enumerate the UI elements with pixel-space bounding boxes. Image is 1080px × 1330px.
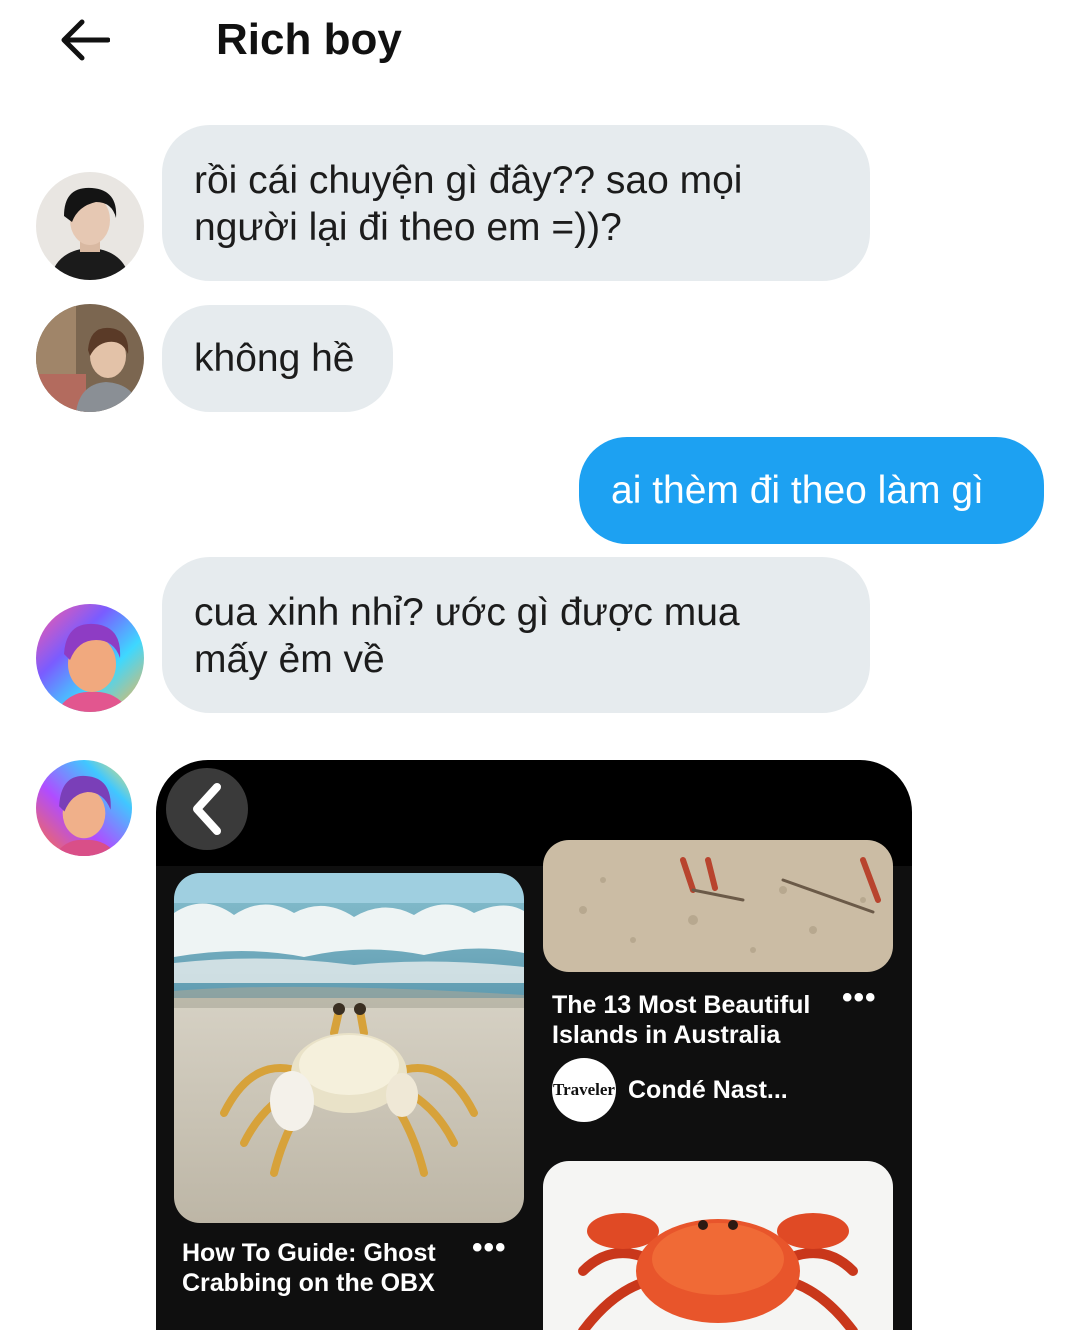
avatar[interactable] [36, 172, 144, 280]
conversation-header: Rich boy [0, 0, 1080, 90]
message-line: người lại đi theo em =))? [194, 206, 622, 249]
arrow-left-icon [61, 19, 110, 61]
message-line: cua xinh nhỉ? ước gì được mua [194, 591, 740, 634]
message-bubble-incoming[interactable]: cua xinh nhỉ? ước gì được mua mấy ẻm về [162, 557, 870, 713]
avatar[interactable] [36, 604, 144, 712]
avatar[interactable] [36, 760, 132, 856]
chevron-left-icon [193, 783, 221, 835]
back-button[interactable] [52, 12, 116, 68]
message-line: rồi cái chuyện gì đây?? sao mọi [194, 159, 743, 202]
avatar[interactable] [36, 304, 144, 412]
message-bubble-incoming[interactable]: không hề [162, 305, 393, 412]
message-line: mấy ẻm về [194, 638, 385, 681]
pin-image-ghost-crab[interactable] [174, 873, 524, 1223]
shared-pinterest-screenshot[interactable]: How To Guide: Ghost Crabbing on the OBX … [156, 760, 912, 1330]
message-line: ai thèm đi theo làm gì [611, 469, 984, 512]
pin-title[interactable]: How To Guide: Ghost Crabbing on the OBX [182, 1238, 436, 1298]
card-back-button[interactable] [166, 768, 248, 850]
source-logo[interactable]: Traveler [552, 1058, 616, 1122]
pin-image-red-crab[interactable] [543, 1161, 893, 1330]
pin-image-crab-sand[interactable] [543, 840, 893, 972]
conversation-title: Rich boy [216, 15, 402, 64]
pin-more-button[interactable]: ••• [842, 983, 877, 1013]
message-bubble-incoming[interactable]: rồi cái chuyện gì đây?? sao mọi người lạ… [162, 125, 870, 281]
message-bubble-outgoing[interactable]: ai thèm đi theo làm gì [579, 437, 1044, 544]
message-line: không hề [194, 337, 355, 380]
pin-more-button[interactable]: ••• [472, 1233, 507, 1263]
source-name[interactable]: Condé Nast... [628, 1075, 788, 1105]
pin-title[interactable]: The 13 Most Beautiful Islands in Austral… [552, 990, 810, 1050]
